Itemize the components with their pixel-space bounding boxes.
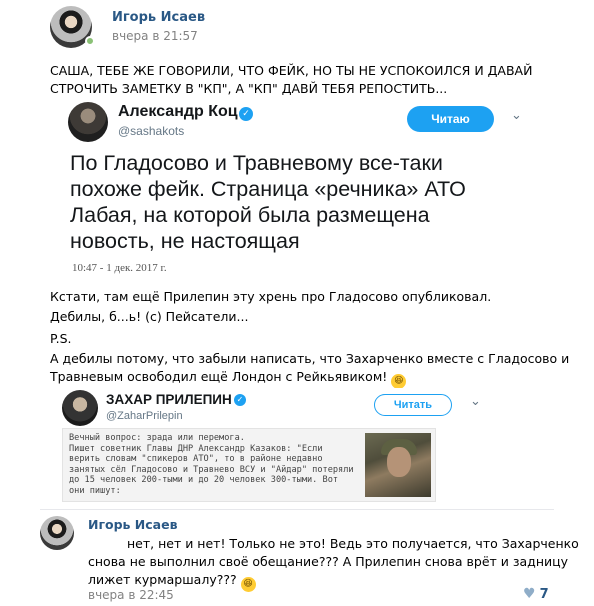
post-text-line-2: СТРОЧИТЬ ЗАМЕТКУ В "КП", А "КП" ДАВЙ ТЕБ… xyxy=(50,81,448,96)
quoted-text: Вечный вопрос: зрада или перемога. Пишет… xyxy=(69,433,361,497)
tweet-date[interactable]: 10:47 - 1 дек. 2017 г. xyxy=(72,262,167,274)
quoted-line: до 15 человек 200-тыми и до 20 человек 3… xyxy=(69,475,339,486)
post-body-line-3: P.S. xyxy=(50,331,72,346)
follow-button[interactable]: Читать xyxy=(374,394,452,416)
tweet-avatar[interactable] xyxy=(62,390,98,426)
post-time[interactable]: вчера в 21:57 xyxy=(112,29,198,43)
comment-time[interactable]: вчера в 22:45 xyxy=(88,588,174,602)
laughing-emoji-icon: 😆 xyxy=(391,374,407,389)
verified-badge-icon: ✓ xyxy=(239,107,253,121)
quoted-line: Вечный вопрос: зрада или перемога. xyxy=(69,433,245,443)
post-body-line-5-wrap: Травневым освободил ещё Лондон с Рейкьяв… xyxy=(50,368,407,389)
tweet-body: По Гладосово и Травневому все-таки похож… xyxy=(70,151,466,253)
comment-line-2: снова не выполнил своё обещание??? А При… xyxy=(88,554,569,569)
embedded-tweet-prilepin: ЗАХАР ПРИЛЕПИН ✓ @ZaharPrilepin Читать ⌄… xyxy=(52,388,492,506)
post-body-line-4: А дебилы потому, что забыли написать, чт… xyxy=(50,351,570,366)
tweet-author-handle[interactable]: @sashakots xyxy=(118,124,184,138)
comment-divider xyxy=(40,509,554,510)
chevron-down-icon[interactable]: ⌄ xyxy=(511,108,522,123)
post-author[interactable]: Игорь Исаев xyxy=(112,10,205,25)
verified-badge-icon: ✓ xyxy=(234,394,246,406)
quoted-line: они пишут: xyxy=(69,485,121,496)
follow-button[interactable]: Читаю xyxy=(407,106,494,132)
like-button[interactable]: ♥ 7 xyxy=(523,586,549,602)
chevron-down-icon[interactable]: ⌄ xyxy=(470,394,481,409)
quoted-line: верить словам "спикеров АТО", то в район… xyxy=(69,454,323,465)
post-body-line-1: Кстати, там ещё Прилепин эту хрень про Г… xyxy=(50,289,492,304)
quoted-line: занятых сёл Гладосово и Травнево ВСУ и "… xyxy=(69,464,354,475)
heart-icon: ♥ xyxy=(523,586,536,602)
commenter-avatar[interactable] xyxy=(40,516,74,550)
online-indicator xyxy=(85,36,95,46)
embedded-tweet-kots: Александр Коц ✓ @sashakots Читаю ⌄ По Гл… xyxy=(48,98,532,280)
post-body-line-5: Травневым освободил ещё Лондон с Рейкьяв… xyxy=(50,369,388,384)
photo-face xyxy=(387,447,411,477)
tweet-author-name[interactable]: ЗАХАР ПРИЛЕПИН xyxy=(106,392,232,407)
tweet-avatar[interactable] xyxy=(68,102,108,142)
like-count: 7 xyxy=(539,587,549,602)
laughing-emoji-icon: 😆 xyxy=(240,577,256,592)
quoted-post[interactable]: Вечный вопрос: зрада или перемога. Пишет… xyxy=(62,428,436,502)
tweet-author-handle[interactable]: @ZaharPrilepin xyxy=(106,410,183,422)
comment-author[interactable]: Игорь Исаев xyxy=(88,517,177,532)
comment-line-3: лижет курмаршалу??? xyxy=(88,572,237,587)
comment-line-1: нет, нет и нет! Только не это! Ведь это … xyxy=(127,536,579,551)
tweet-author-name[interactable]: Александр Коц xyxy=(118,103,238,121)
quoted-line: Пишет советник Главы ДНР Александр Казак… xyxy=(69,443,323,454)
post-text-line-1: САША, ТЕБЕ ЖЕ ГОВОРИЛИ, ЧТО ФЕЙК, НО ТЫ … xyxy=(50,63,533,78)
quoted-photo[interactable] xyxy=(365,433,431,497)
post-body-line-2: Дебилы, б...ь! (с) Пейсатели... xyxy=(50,309,249,324)
